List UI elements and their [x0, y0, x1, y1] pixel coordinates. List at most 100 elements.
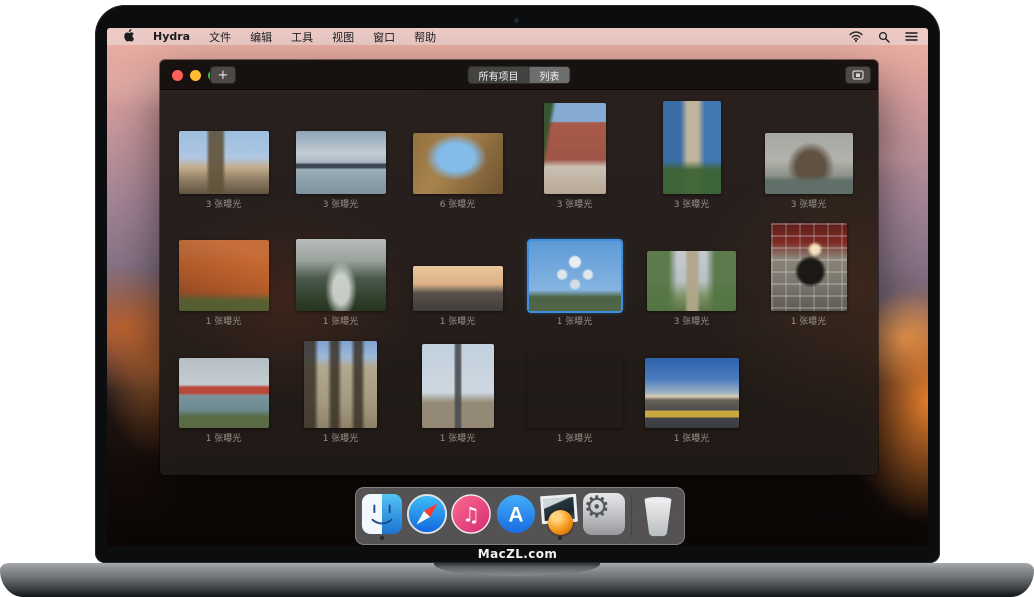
photo-item[interactable]: 1 张曝光 [399, 208, 516, 325]
dock-item-system-preferences[interactable]: ⚙ [582, 493, 626, 541]
safari-icon [406, 493, 448, 535]
grid-row: 3 张曝光 3 张曝光 6 张曝光 3 张曝光 [165, 91, 878, 208]
photo-item[interactable]: 3 张曝光 [750, 91, 867, 208]
thumb-golden-gate-bridge[interactable] [179, 358, 269, 428]
photo-item[interactable]: 1 张曝光 [282, 208, 399, 325]
grid-row: 1 张曝光 1 张曝光 1 张曝光 1 张曝光 [165, 208, 878, 325]
photo-caption: 3 张曝光 [165, 194, 282, 208]
hydra-window: + 所有项目 列表 3 张曝光 [160, 60, 878, 475]
menu-item-window[interactable]: 窗口 [373, 29, 395, 45]
photo-caption: 1 张曝光 [633, 428, 750, 442]
menu-item-view[interactable]: 视图 [332, 29, 354, 45]
apple-logo-icon[interactable] [123, 29, 134, 45]
thumb-eiffel-tower[interactable] [422, 344, 494, 428]
thumb-wicker-nest[interactable] [413, 133, 503, 194]
macbook-lid: MacZL.com Hydra 文件 编辑 工具 视图 窗口 帮助 [95, 5, 940, 563]
photo-caption: 1 张曝光 [282, 428, 399, 442]
photo-item[interactable]: 1 张曝光 [516, 325, 633, 442]
photo-caption: 6 张曝光 [399, 194, 516, 208]
thumb-palace-of-fine-arts[interactable] [765, 133, 853, 194]
window-titlebar[interactable]: + 所有项目 列表 [160, 60, 878, 90]
photo-item[interactable]: 1 张曝光 [750, 208, 867, 325]
page: MacZL.com Hydra 文件 编辑 工具 视图 窗口 帮助 [0, 0, 1034, 597]
segment-all-items[interactable]: 所有项目 [469, 67, 529, 83]
close-button[interactable] [172, 70, 183, 81]
photo-item[interactable]: 1 张曝光 [165, 208, 282, 325]
view-segmented-control: 所有项目 列表 [468, 66, 571, 84]
wifi-icon[interactable] [849, 31, 863, 42]
photo-caption: 3 张曝光 [516, 194, 633, 208]
photo-caption: 1 张曝光 [516, 311, 633, 325]
hydra-icon [539, 493, 581, 535]
svg-text:A: A [508, 504, 523, 527]
thumb-sunset-road[interactable] [413, 266, 503, 311]
trash-icon [639, 494, 677, 538]
thumb-church-tower[interactable] [179, 131, 269, 194]
photo-item[interactable]: 1 张曝光 [165, 325, 282, 442]
thumb-red-brick-church[interactable] [544, 103, 606, 194]
photo-item[interactable]: 3 张曝光 [516, 91, 633, 208]
camera-icon [514, 18, 519, 23]
thumb-ornate-facade[interactable] [304, 341, 377, 428]
photo-caption: 3 张曝光 [750, 194, 867, 208]
thumb-misty-valley[interactable] [296, 239, 386, 311]
thumb-atomium-selected[interactable] [529, 241, 621, 311]
menu-item-help[interactable]: 帮助 [414, 29, 436, 45]
dock-item-finder[interactable] [360, 493, 404, 541]
dock-item-hydra[interactable] [538, 493, 582, 541]
menu-app-name[interactable]: Hydra [153, 30, 190, 43]
dock: ♫ A ⚙ [355, 487, 685, 545]
photo-item[interactable]: 1 张曝光 [516, 208, 633, 325]
display-button[interactable] [845, 66, 871, 84]
photo-item[interactable]: 1 张曝光 [282, 325, 399, 442]
minimize-button[interactable] [190, 70, 201, 81]
itunes-icon: ♫ [450, 493, 492, 535]
search-icon[interactable] [878, 31, 890, 43]
dock-divider [631, 494, 632, 538]
menu-item-tools[interactable]: 工具 [291, 29, 313, 45]
app-store-icon: A [495, 493, 537, 535]
grid-row: 1 张曝光 1 张曝光 1 张曝光 1 张曝光 [165, 325, 878, 442]
photo-caption: 1 张曝光 [399, 311, 516, 325]
watermark: MacZL.com [95, 546, 940, 563]
photo-caption: 1 张曝光 [165, 311, 282, 325]
add-button[interactable]: + [210, 66, 236, 84]
menu-item-edit[interactable]: 编辑 [250, 29, 272, 45]
thumb-stone-bell-tower[interactable] [663, 101, 721, 194]
photo-item[interactable]: 3 张曝光 [633, 91, 750, 208]
photo-item[interactable]: 1 张曝光 [399, 325, 516, 442]
dock-item-trash[interactable] [636, 493, 680, 541]
photo-caption: 1 张曝光 [165, 428, 282, 442]
svg-text:♫: ♫ [462, 503, 480, 527]
system-preferences-icon: ⚙ [583, 493, 625, 535]
photo-item[interactable]: 3 张曝光 [282, 91, 399, 208]
photo-caption: 1 张曝光 [516, 428, 633, 442]
dock-item-app-store[interactable]: A [493, 493, 537, 541]
segment-list[interactable]: 列表 [529, 67, 570, 83]
finder-icon [361, 493, 403, 535]
thumb-bay-bridge[interactable] [296, 131, 386, 194]
thumb-desert-road[interactable] [645, 358, 739, 428]
dock-item-safari[interactable] [404, 493, 448, 541]
thumb-green-church-tower[interactable] [647, 251, 736, 311]
thumb-apple-glass-building[interactable] [771, 223, 847, 311]
running-indicator [558, 536, 562, 540]
screen: Hydra 文件 编辑 工具 视图 窗口 帮助 [107, 28, 928, 546]
thumb-pink-flowers[interactable] [527, 355, 623, 428]
running-indicator [380, 536, 384, 540]
menu-item-file[interactable]: 文件 [209, 29, 231, 45]
photo-item[interactable]: 3 张曝光 [633, 208, 750, 325]
photo-caption: 1 张曝光 [399, 428, 516, 442]
photo-caption: 3 张曝光 [282, 194, 399, 208]
dock-item-itunes[interactable]: ♫ [449, 493, 493, 541]
photo-caption: 1 张曝光 [282, 311, 399, 325]
list-icon[interactable] [905, 31, 918, 42]
thumb-red-rock-canyon[interactable] [179, 240, 269, 311]
photo-item[interactable]: 6 张曝光 [399, 91, 516, 208]
photo-caption: 1 张曝光 [750, 311, 867, 325]
photo-item[interactable]: 3 张曝光 [165, 91, 282, 208]
photo-caption: 3 张曝光 [633, 311, 750, 325]
menu-bar: Hydra 文件 编辑 工具 视图 窗口 帮助 [107, 28, 928, 45]
photo-caption: 3 张曝光 [633, 194, 750, 208]
photo-item[interactable]: 1 张曝光 [633, 325, 750, 442]
